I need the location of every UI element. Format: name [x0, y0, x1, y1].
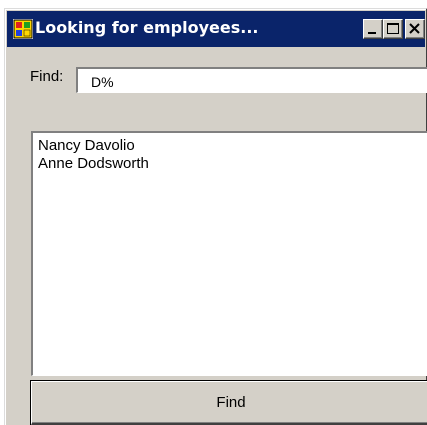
close-button[interactable]: [405, 19, 425, 39]
windows-app-icon[interactable]: [13, 19, 33, 39]
find-label: Find:: [30, 68, 64, 85]
window-title: Looking for employees...: [35, 18, 259, 37]
close-icon: [409, 23, 420, 34]
find-button[interactable]: Find: [31, 381, 427, 425]
maximize-icon: [387, 23, 399, 34]
app-window: Looking for employees... Find: Nancy Dav…: [4, 8, 427, 425]
title-bar[interactable]: Looking for employees...: [7, 11, 425, 47]
maximize-button[interactable]: [383, 19, 403, 39]
list-item[interactable]: Nancy Davolio: [38, 137, 427, 155]
search-input[interactable]: [76, 67, 427, 93]
minimize-button[interactable]: [363, 19, 383, 39]
minimize-icon: [368, 32, 376, 34]
results-list[interactable]: Nancy Davolio Anne Dodsworth: [31, 131, 427, 376]
list-item[interactable]: Anne Dodsworth: [38, 155, 427, 173]
